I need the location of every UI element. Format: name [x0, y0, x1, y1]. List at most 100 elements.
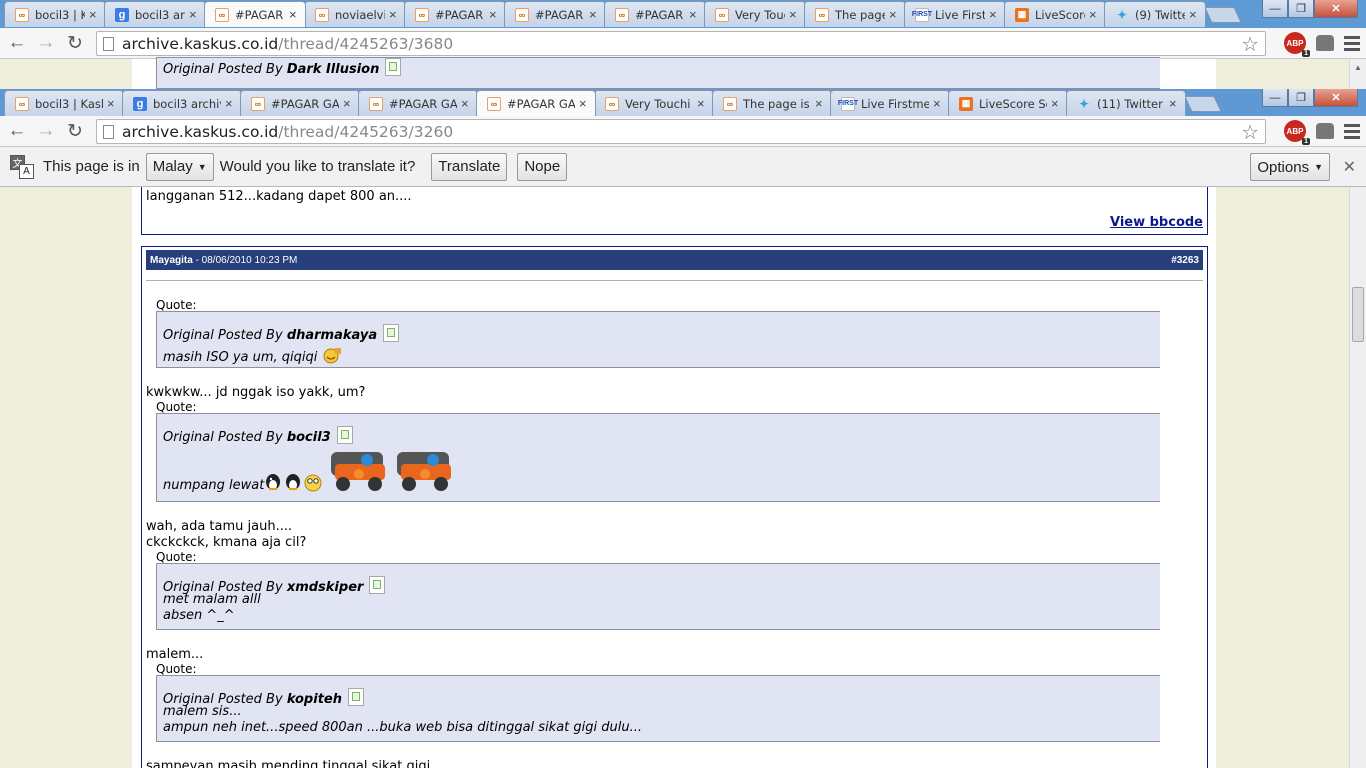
forward-arrow-icon[interactable]: → [34, 31, 58, 55]
close-tab-icon[interactable]: × [889, 7, 899, 22]
nope-button[interactable]: Nope [517, 152, 568, 181]
tab[interactable]: ∞ The page is × [712, 90, 832, 116]
close-tab-icon[interactable]: × [489, 7, 499, 22]
maximize-button[interactable]: ❐ [1288, 0, 1314, 18]
tab[interactable]: ∞ #PAGAR GA × [604, 1, 706, 27]
tab[interactable]: FIRSTLive Firstme × [830, 90, 950, 116]
quote-author[interactable]: xmdskiper [287, 580, 364, 595]
google-favicon-icon: g [115, 7, 129, 22]
quote-line: numpang lewat [163, 478, 265, 493]
back-arrow-icon[interactable]: ← [5, 31, 29, 55]
close-tab-icon[interactable]: × [815, 96, 825, 111]
quote-author[interactable]: kopiteh [287, 692, 342, 707]
close-tab-icon[interactable]: × [697, 96, 707, 111]
reply-text: wah, ada tamu jauh.... [146, 519, 293, 534]
tab[interactable]: ▦ LiveScore So × [1004, 1, 1106, 27]
close-tab-icon[interactable]: × [343, 96, 353, 111]
adblock-plus-icon[interactable]: ABP 1 [1284, 120, 1310, 145]
quote-line: ampun neh inet...speed 800an ...buka web… [163, 720, 643, 735]
tab[interactable]: ✦ (9) Twitter × [1104, 1, 1206, 27]
adblock-plus-icon[interactable]: ABP 1 [1284, 32, 1310, 57]
tab[interactable]: FIRSTLive Firstme × [904, 1, 1006, 27]
back-arrow-icon[interactable]: ← [5, 119, 29, 143]
tab[interactable]: ∞ #PAGAR GA × [204, 1, 306, 27]
tab[interactable]: ∞ #PAGAR GA × [404, 1, 506, 27]
tab[interactable]: ∞ Very Touchi × [594, 90, 714, 116]
close-tab-icon[interactable]: × [389, 7, 399, 22]
minimize-button[interactable]: — [1262, 0, 1288, 18]
reload-icon[interactable]: ↻ [63, 31, 87, 55]
tab[interactable]: ✦ (11) Twitter × [1066, 90, 1186, 116]
close-tab-icon[interactable]: × [1051, 96, 1061, 111]
close-tab-icon[interactable]: × [225, 96, 235, 111]
back-tab-list: ∞ bocil3 | Kask × g bocil3 archive × ∞ #PAGAR G… [4, 1, 1242, 27]
tab[interactable]: ∞ Very Touching × [704, 1, 806, 27]
tab[interactable]: ∞ noviaelvi × [304, 1, 406, 27]
close-window-button[interactable]: ✕ [1314, 0, 1358, 18]
kaskus-favicon-icon: ∞ [515, 7, 529, 22]
front-toolbar: ← → ↻ archive.kaskus.co.id/thread/424526… [0, 116, 1366, 147]
ghostery-icon[interactable] [1316, 35, 1334, 51]
chrome-menu-icon[interactable] [1344, 35, 1360, 51]
quote-author[interactable]: Dark Illusion [287, 62, 380, 77]
reload-icon[interactable]: ↻ [63, 119, 87, 143]
tab-title: LiveScore So [979, 96, 1047, 111]
close-tab-icon[interactable]: × [589, 7, 599, 22]
close-tab-icon[interactable]: × [107, 96, 117, 111]
tab[interactable]: ∞ #PAGAR GA × [240, 90, 360, 116]
ghostery-icon[interactable] [1316, 123, 1334, 139]
close-tab-icon[interactable]: × [1089, 7, 1099, 22]
front-address-bar[interactable]: archive.kaskus.co.id/thread/4245263/3260… [96, 119, 1266, 144]
forward-arrow-icon[interactable]: → [34, 119, 58, 143]
chrome-menu-icon[interactable] [1344, 123, 1360, 139]
page-icon [103, 124, 114, 139]
front-tabstrip: ∞ bocil3 | Kask × g bocil3 archiv × ∞ #PAGAR GA… [0, 89, 1366, 116]
quote-author[interactable]: dharmakaya [287, 328, 377, 343]
tab[interactable]: ∞ #PAGAR GA × [504, 1, 606, 27]
close-tab-icon[interactable]: × [89, 7, 99, 22]
scroll-up-icon[interactable]: ▲ [1350, 59, 1366, 75]
bookmark-star-icon[interactable]: ☆ [1241, 32, 1259, 56]
tab[interactable]: ∞ bocil3 | Kask × [4, 1, 106, 27]
minimize-button[interactable]: — [1262, 89, 1288, 107]
adblock-count-badge: 1 [1302, 138, 1310, 145]
tab[interactable]: ∞ The page is × [804, 1, 906, 27]
twitter-favicon-icon: ✦ [1116, 7, 1128, 22]
tab[interactable]: ∞ #PAGAR GA × [358, 90, 478, 116]
kaskus-favicon-icon: ∞ [15, 96, 29, 111]
tab[interactable]: ▦ LiveScore So × [948, 90, 1068, 116]
language-select[interactable]: Malay ▼ [145, 152, 214, 181]
tab[interactable]: g bocil3 archive × [104, 1, 206, 27]
close-tab-icon[interactable]: × [1169, 96, 1179, 111]
view-bbcode-link[interactable]: View bbcode [1110, 215, 1203, 230]
bookmark-star-icon[interactable]: ☆ [1241, 120, 1259, 144]
extension-icons: ABP 1 [1284, 32, 1360, 57]
close-tab-icon[interactable]: × [933, 96, 943, 111]
post-author[interactable]: Mayagita [150, 255, 193, 266]
scrollbar-thumb[interactable] [1352, 287, 1364, 342]
back-address-bar[interactable]: archive.kaskus.co.id/thread/4245263/3680… [96, 31, 1266, 56]
new-tab-button[interactable] [1204, 7, 1242, 23]
tab[interactable]: ∞ #PAGAR GA × [476, 90, 596, 116]
close-tab-icon[interactable]: × [289, 7, 299, 22]
translate-button[interactable]: Translate [431, 152, 508, 181]
new-tab-button[interactable] [1184, 96, 1222, 112]
post-header: Mayagita - 08/06/2010 10:23 PM #3263 [146, 250, 1203, 270]
tab[interactable]: g bocil3 archiv × [122, 90, 242, 116]
bajaj-emoticon-icon [331, 452, 385, 491]
close-tab-icon[interactable]: × [579, 96, 589, 111]
post-number[interactable]: #3263 [1171, 255, 1199, 266]
close-tab-icon[interactable]: × [461, 96, 471, 111]
close-window-button[interactable]: ✕ [1314, 89, 1358, 107]
close-tab-icon[interactable]: × [189, 7, 199, 22]
close-tab-icon[interactable]: × [989, 7, 999, 22]
kaskus-favicon-icon: ∞ [815, 7, 829, 22]
close-tab-icon[interactable]: × [1189, 7, 1199, 22]
tab[interactable]: ∞ bocil3 | Kask × [4, 90, 124, 116]
close-tab-icon[interactable]: × [689, 7, 699, 22]
close-tab-icon[interactable]: × [789, 7, 799, 22]
front-window-controls: — ❐ ✕ [1262, 89, 1358, 107]
options-button[interactable]: Options ▼ [1250, 153, 1330, 181]
close-infobar-icon[interactable]: ✕ [1343, 157, 1356, 177]
maximize-button[interactable]: ❐ [1288, 89, 1314, 107]
